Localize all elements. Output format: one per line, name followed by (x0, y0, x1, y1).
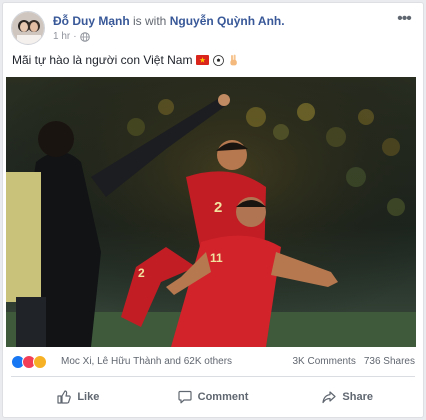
author-line: Đỗ Duy Mạnh is with Nguyễn Quỳnh Anh. (53, 14, 285, 28)
meta-separator: · (73, 31, 77, 42)
haha-reaction-icon (33, 355, 47, 369)
comment-count[interactable]: 3K Comments (292, 356, 355, 367)
like-label: Like (77, 391, 100, 403)
action-divider (11, 376, 415, 377)
post-photo[interactable]: 2 11 2 (6, 77, 416, 347)
share-arrow-icon (322, 391, 336, 404)
globe-icon (79, 31, 90, 42)
soccer-ball-icon (213, 54, 225, 66)
post-header: Đỗ Duy Mạnh is with Nguyễn Quỳnh Anh. 1 … (11, 11, 415, 47)
post-caption: Mãi tự hào là người con Việt Nam (12, 53, 239, 67)
jersey-number-shorts: 2 (138, 266, 145, 280)
reaction-names[interactable]: Moc Xi, Lê Hữu Thành and 62K others (61, 356, 232, 367)
reactions-bar: Moc Xi, Lê Hữu Thành and 62K others 3K C… (11, 353, 415, 371)
comment-label: Comment (197, 391, 249, 403)
comment-button[interactable]: Comment (146, 383, 281, 411)
share-button[interactable]: Share (280, 383, 415, 411)
tagged-name[interactable]: Nguyễn Quỳnh Anh. (170, 14, 285, 28)
share-label: Share (342, 391, 373, 403)
like-button[interactable]: Like (11, 383, 146, 411)
author-avatar[interactable] (11, 11, 45, 45)
jersey-number-front: 11 (210, 251, 223, 265)
reaction-icons[interactable] (11, 355, 47, 369)
with-text: is with (133, 14, 167, 28)
post-card: Đỗ Duy Mạnh is with Nguyễn Quỳnh Anh. 1 … (2, 2, 424, 418)
post-time[interactable]: 1 hr (53, 31, 70, 42)
author-name[interactable]: Đỗ Duy Mạnh (53, 14, 130, 28)
thumbs-up-icon (57, 390, 72, 404)
engagement-stats: 3K Comments 736 Shares (292, 356, 415, 367)
share-count[interactable]: 736 Shares (364, 356, 415, 367)
more-options-button[interactable]: ••• (393, 11, 415, 29)
post-meta: 1 hr · (53, 31, 90, 42)
vietnam-flag-icon (196, 55, 210, 65)
caption-text: Mãi tự hào là người con Việt Nam (12, 53, 193, 67)
peace-hand-icon (230, 54, 238, 66)
comment-icon (178, 390, 192, 404)
jersey-number-back: 2 (214, 199, 222, 216)
action-bar: Like Comment Share (11, 383, 415, 411)
